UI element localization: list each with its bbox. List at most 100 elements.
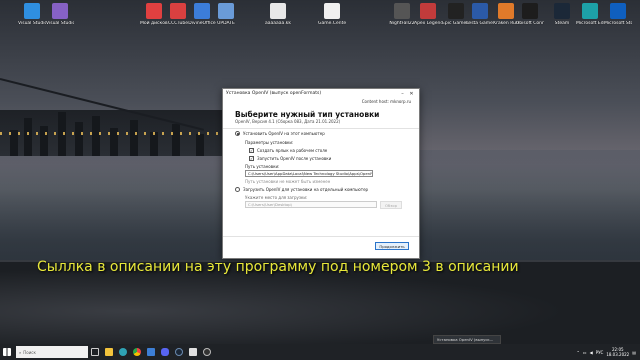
windows-icon — [3, 348, 11, 356]
dialog-title: Установка OpenIV (выпуск openFormats) — [226, 91, 322, 96]
installer-dialog: Установка OpenIV (выпуск openFormats) – … — [222, 88, 420, 259]
browse-button[interactable]: Обзор — [380, 201, 402, 209]
app-icon — [24, 3, 40, 19]
checkbox-launch[interactable]: ✓ — [249, 156, 254, 161]
app-icon — [448, 3, 464, 19]
desktop-icon-label: NightFall22 — [389, 21, 415, 26]
checkbox-shortcut-label: Создать ярлык на рабочем столе — [257, 148, 328, 153]
language-indicator[interactable]: РУС — [596, 350, 604, 355]
chrome-icon — [133, 348, 141, 356]
taskbar-app-chrome[interactable] — [130, 344, 144, 360]
taskbar-window-preview[interactable]: Установка OpenIV (выпуск... — [433, 335, 501, 344]
option-install-local[interactable]: Установить OpenIV на этот компьютер — [235, 131, 325, 136]
install-path-field[interactable]: C:\Users\User\AppData\Local\New Technolo… — [245, 170, 373, 177]
checkbox-launch-label: Запустить OpenIV после установки — [257, 156, 332, 161]
chevron-up-icon[interactable]: ⌃ — [576, 350, 579, 355]
desktop-icon-label: Game.Center — [318, 21, 346, 26]
task-view-button[interactable] — [88, 344, 102, 360]
app-icon — [194, 3, 210, 19]
path-hint-text: Путь установки не может быть изменен — [245, 179, 331, 184]
desktop-icon[interactable]: Microsoft Store — [604, 3, 632, 26]
app-icon — [170, 3, 186, 19]
desktop-icon[interactable]: NightFall22 — [388, 3, 416, 26]
app-icon — [582, 3, 598, 19]
version-label: OpenIV, Версия 4.1 (Сборка 083, Дата 21.… — [235, 119, 341, 124]
dialog-header: Content host: mknorp.ru Выберите нужный … — [223, 98, 419, 129]
desktop-icon-label: aaaaaaa.kk — [265, 21, 291, 26]
desktop-icon[interactable]: Visual Studio 2022 — [46, 3, 74, 26]
radio-install-local[interactable] — [235, 131, 240, 136]
taskbar-app-store[interactable] — [144, 344, 158, 360]
app-icon — [52, 3, 68, 19]
footer-divider — [223, 236, 419, 237]
clock[interactable]: 22:05 18.03.2022 — [606, 347, 629, 357]
clock-date: 18.03.2022 — [606, 352, 630, 357]
desktop-icon-label: Visual Studio Code — [18, 21, 46, 26]
obs-icon — [203, 348, 211, 356]
volume-icon[interactable]: ◀ — [590, 350, 593, 355]
search-box[interactable]: ⌕ Поиск — [16, 346, 88, 358]
task-view-icon — [91, 348, 99, 356]
desktop-icon-label: Apex Legends — [414, 21, 442, 26]
desktop-icon[interactable]: aaaaaaa.kk — [264, 3, 292, 26]
minimize-icon[interactable]: – — [398, 91, 407, 97]
checkbox-shortcut-row[interactable]: ✓ Создать ярлык на рабочем столе — [249, 148, 327, 153]
app-icon — [420, 3, 436, 19]
app-icon — [270, 3, 286, 19]
desktop-icon-label: Lesta Game Center — [466, 21, 494, 26]
app-icon — [218, 3, 234, 19]
taskbar-app-steam[interactable] — [172, 344, 186, 360]
folder-icon — [105, 348, 113, 356]
desktop-icon[interactable]: Visual Studio Code — [18, 3, 46, 26]
radio-download-remote[interactable] — [235, 187, 240, 192]
dialog-titlebar: Установка OpenIV (выпуск openFormats) – … — [223, 89, 419, 98]
desktop-icon[interactable]: Ubisoft Connect — [516, 3, 544, 26]
continue-button[interactable]: Продолжить — [375, 242, 409, 250]
edge-icon — [119, 348, 127, 356]
desktop-icon[interactable]: Game.Center — [318, 3, 346, 26]
desktop-icon-label: Ubisoft Connect — [516, 21, 544, 26]
taskbar-app-explorer[interactable] — [102, 344, 116, 360]
search-placeholder: Поиск — [23, 349, 36, 355]
overlay-caption: Сыллка в описании на эту программу под н… — [37, 259, 519, 275]
desktop-icon[interactable]: Steam — [548, 3, 576, 26]
path-label: Путь установки: — [245, 164, 279, 169]
taskbar-app-openiv[interactable] — [186, 344, 200, 360]
desktop-icon[interactable]: UPDATE — [212, 3, 240, 26]
search-icon: ⌕ — [19, 349, 22, 355]
app-icon — [472, 3, 488, 19]
start-button[interactable] — [0, 344, 14, 360]
close-icon[interactable]: ✕ — [407, 91, 416, 97]
app-icon — [610, 3, 626, 19]
app-icon — [324, 3, 340, 19]
checkbox-launch-row[interactable]: ✓ Запустить OpenIV после установки — [249, 156, 331, 161]
discord-icon — [161, 348, 169, 356]
app-icon — [394, 3, 410, 19]
option-download-remote-label: Загрузить OpenIV для установки на отдель… — [243, 187, 369, 192]
desktop-icon-label: Microsoft Edge — [576, 21, 604, 26]
network-icon[interactable]: ▭ — [583, 350, 587, 355]
app-icon — [498, 3, 514, 19]
notifications-icon[interactable]: ▤ — [632, 350, 636, 355]
download-label-text: Укажите место для загрузки: — [245, 195, 308, 200]
system-tray: ⌃ ▭ ◀ РУС 22:05 18.03.2022 ▤ — [576, 347, 640, 357]
checkbox-shortcut[interactable]: ✓ — [249, 148, 254, 153]
taskbar-app-edge[interactable] — [116, 344, 130, 360]
params-label-text: Параметры установки: — [245, 140, 294, 145]
option-download-remote[interactable]: Загрузить OpenIV для установки на отдель… — [235, 187, 368, 192]
app-icon — [554, 3, 570, 19]
path-hint: Путь установки не может быть изменен — [245, 179, 330, 184]
desktop-icon-label: Steam — [554, 21, 570, 26]
desktop-icon[interactable]: Microsoft Edge — [576, 3, 604, 26]
download-path-field[interactable]: C:\Users\User\Desktop\ — [245, 201, 377, 208]
desktop-icon[interactable]: Lesta Game Center — [466, 3, 494, 26]
desktop-icon-label: Visual Studio 2022 — [46, 21, 74, 26]
desktop-icon[interactable]: Apex Legends — [414, 3, 442, 26]
desktop-icon-label: UPDATE — [217, 21, 235, 26]
steam-icon — [175, 348, 183, 356]
openiv-icon — [189, 348, 197, 356]
taskbar-app-discord[interactable] — [158, 344, 172, 360]
app-icon — [522, 3, 538, 19]
path-label-text: Путь установки: — [245, 164, 280, 169]
taskbar-app-obs[interactable] — [200, 344, 214, 360]
